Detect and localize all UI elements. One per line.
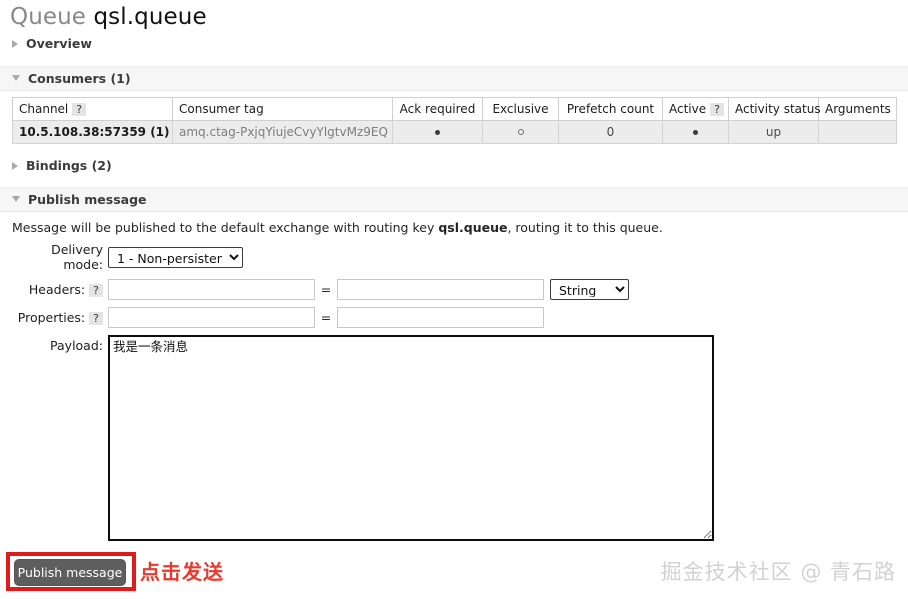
payload-textarea[interactable]: 我是一条消息 bbox=[108, 335, 714, 541]
properties-key-input[interactable] bbox=[108, 307, 315, 328]
payload-row: Payload: 我是一条消息 bbox=[0, 335, 908, 541]
chevron-down-icon bbox=[12, 196, 20, 202]
section-label-bindings: Bindings (2) bbox=[26, 158, 112, 173]
table-header-row: Channel? Consumer tag Ack required Exclu… bbox=[13, 98, 897, 121]
headers-type-select[interactable]: String bbox=[550, 279, 629, 300]
column-header-consumer-tag[interactable]: Consumer tag bbox=[173, 98, 393, 121]
delivery-mode-row: Delivery mode: 1 - Non-persistent bbox=[0, 242, 908, 272]
note-routing-key: qsl.queue bbox=[438, 220, 507, 235]
section-header-overview[interactable]: Overview bbox=[0, 33, 908, 54]
note-text-before: Message will be published to the default… bbox=[12, 220, 438, 235]
cell-channel[interactable]: 10.5.108.38:57359 (1) bbox=[13, 121, 173, 144]
help-icon-channel[interactable]: ? bbox=[72, 103, 86, 116]
help-icon-headers[interactable]: ? bbox=[89, 284, 103, 297]
consumers-table-wrapper: Channel? Consumer tag Ack required Exclu… bbox=[0, 91, 908, 144]
section-header-consumers[interactable]: Consumers (1) bbox=[0, 66, 908, 91]
section-label-publish-message: Publish message bbox=[28, 192, 147, 207]
cell-exclusive bbox=[483, 121, 559, 144]
column-label-active: Active bbox=[669, 102, 706, 116]
help-icon-active[interactable]: ? bbox=[710, 103, 724, 116]
queue-name: qsl.queue bbox=[93, 4, 206, 30]
publish-message-button[interactable]: Publish message bbox=[14, 559, 126, 586]
headers-key-input[interactable] bbox=[108, 279, 315, 300]
properties-label-text: Properties: bbox=[18, 310, 85, 325]
column-header-active[interactable]: Active? bbox=[663, 98, 729, 121]
column-header-prefetch-count[interactable]: Prefetch count bbox=[559, 98, 663, 121]
column-label-channel: Channel bbox=[19, 102, 68, 116]
delivery-mode-select[interactable]: 1 - Non-persistent bbox=[108, 247, 243, 268]
section-header-publish-message[interactable]: Publish message bbox=[0, 187, 908, 212]
section-label-consumers: Consumers (1) bbox=[28, 71, 131, 86]
note-text-after: , routing it to this queue. bbox=[507, 220, 662, 235]
publish-footer: Publish message 点击发送 掘金技术社区 @ 青石路 bbox=[0, 548, 908, 599]
chevron-right-icon bbox=[12, 162, 18, 170]
cell-activity-status: up bbox=[729, 121, 819, 144]
chevron-down-icon bbox=[12, 75, 20, 81]
consumers-table: Channel? Consumer tag Ack required Exclu… bbox=[12, 97, 897, 144]
headers-value-input[interactable] bbox=[337, 279, 544, 300]
properties-row: Properties:? = bbox=[0, 307, 908, 328]
open-dot-icon bbox=[518, 129, 524, 135]
column-header-activity-status[interactable]: Activity status bbox=[729, 98, 819, 121]
properties-label: Properties:? bbox=[12, 310, 108, 325]
column-header-arguments[interactable]: Arguments bbox=[819, 98, 897, 121]
cell-arguments bbox=[819, 121, 897, 144]
headers-label: Headers:? bbox=[12, 282, 108, 297]
annotation-click-send: 点击发送 bbox=[140, 559, 224, 585]
watermark: 掘金技术社区 @ 青石路 bbox=[661, 558, 896, 586]
page-title: Queue qsl.queue bbox=[0, 0, 908, 31]
payload-label: Payload: bbox=[12, 335, 108, 353]
cell-consumer-tag: amq.ctag-PxjqYiujeCvyYlgtvMz9EQ bbox=[173, 121, 393, 144]
section-label-overview: Overview bbox=[26, 36, 92, 51]
headers-row: Headers:? = String bbox=[0, 279, 908, 300]
page-title-prefix: Queue bbox=[10, 4, 86, 30]
properties-equals-sign: = bbox=[315, 310, 337, 325]
delivery-mode-label: Delivery mode: bbox=[12, 242, 108, 272]
table-row: 10.5.108.38:57359 (1) amq.ctag-PxjqYiuje… bbox=[13, 121, 897, 144]
headers-label-text: Headers: bbox=[29, 282, 85, 297]
publish-routing-note: Message will be published to the default… bbox=[0, 212, 908, 235]
column-header-ack-required[interactable]: Ack required bbox=[393, 98, 483, 121]
headers-equals-sign: = bbox=[315, 282, 337, 297]
column-header-channel[interactable]: Channel? bbox=[13, 98, 173, 121]
filled-dot-icon bbox=[435, 130, 440, 135]
cell-active bbox=[663, 121, 729, 144]
cell-ack-required bbox=[393, 121, 483, 144]
column-header-exclusive[interactable]: Exclusive bbox=[483, 98, 559, 121]
help-icon-properties[interactable]: ? bbox=[89, 312, 103, 325]
section-header-bindings[interactable]: Bindings (2) bbox=[0, 155, 908, 176]
chevron-right-icon bbox=[12, 40, 18, 48]
filled-dot-icon bbox=[693, 130, 698, 135]
cell-prefetch-count: 0 bbox=[559, 121, 663, 144]
properties-value-input[interactable] bbox=[337, 307, 544, 328]
